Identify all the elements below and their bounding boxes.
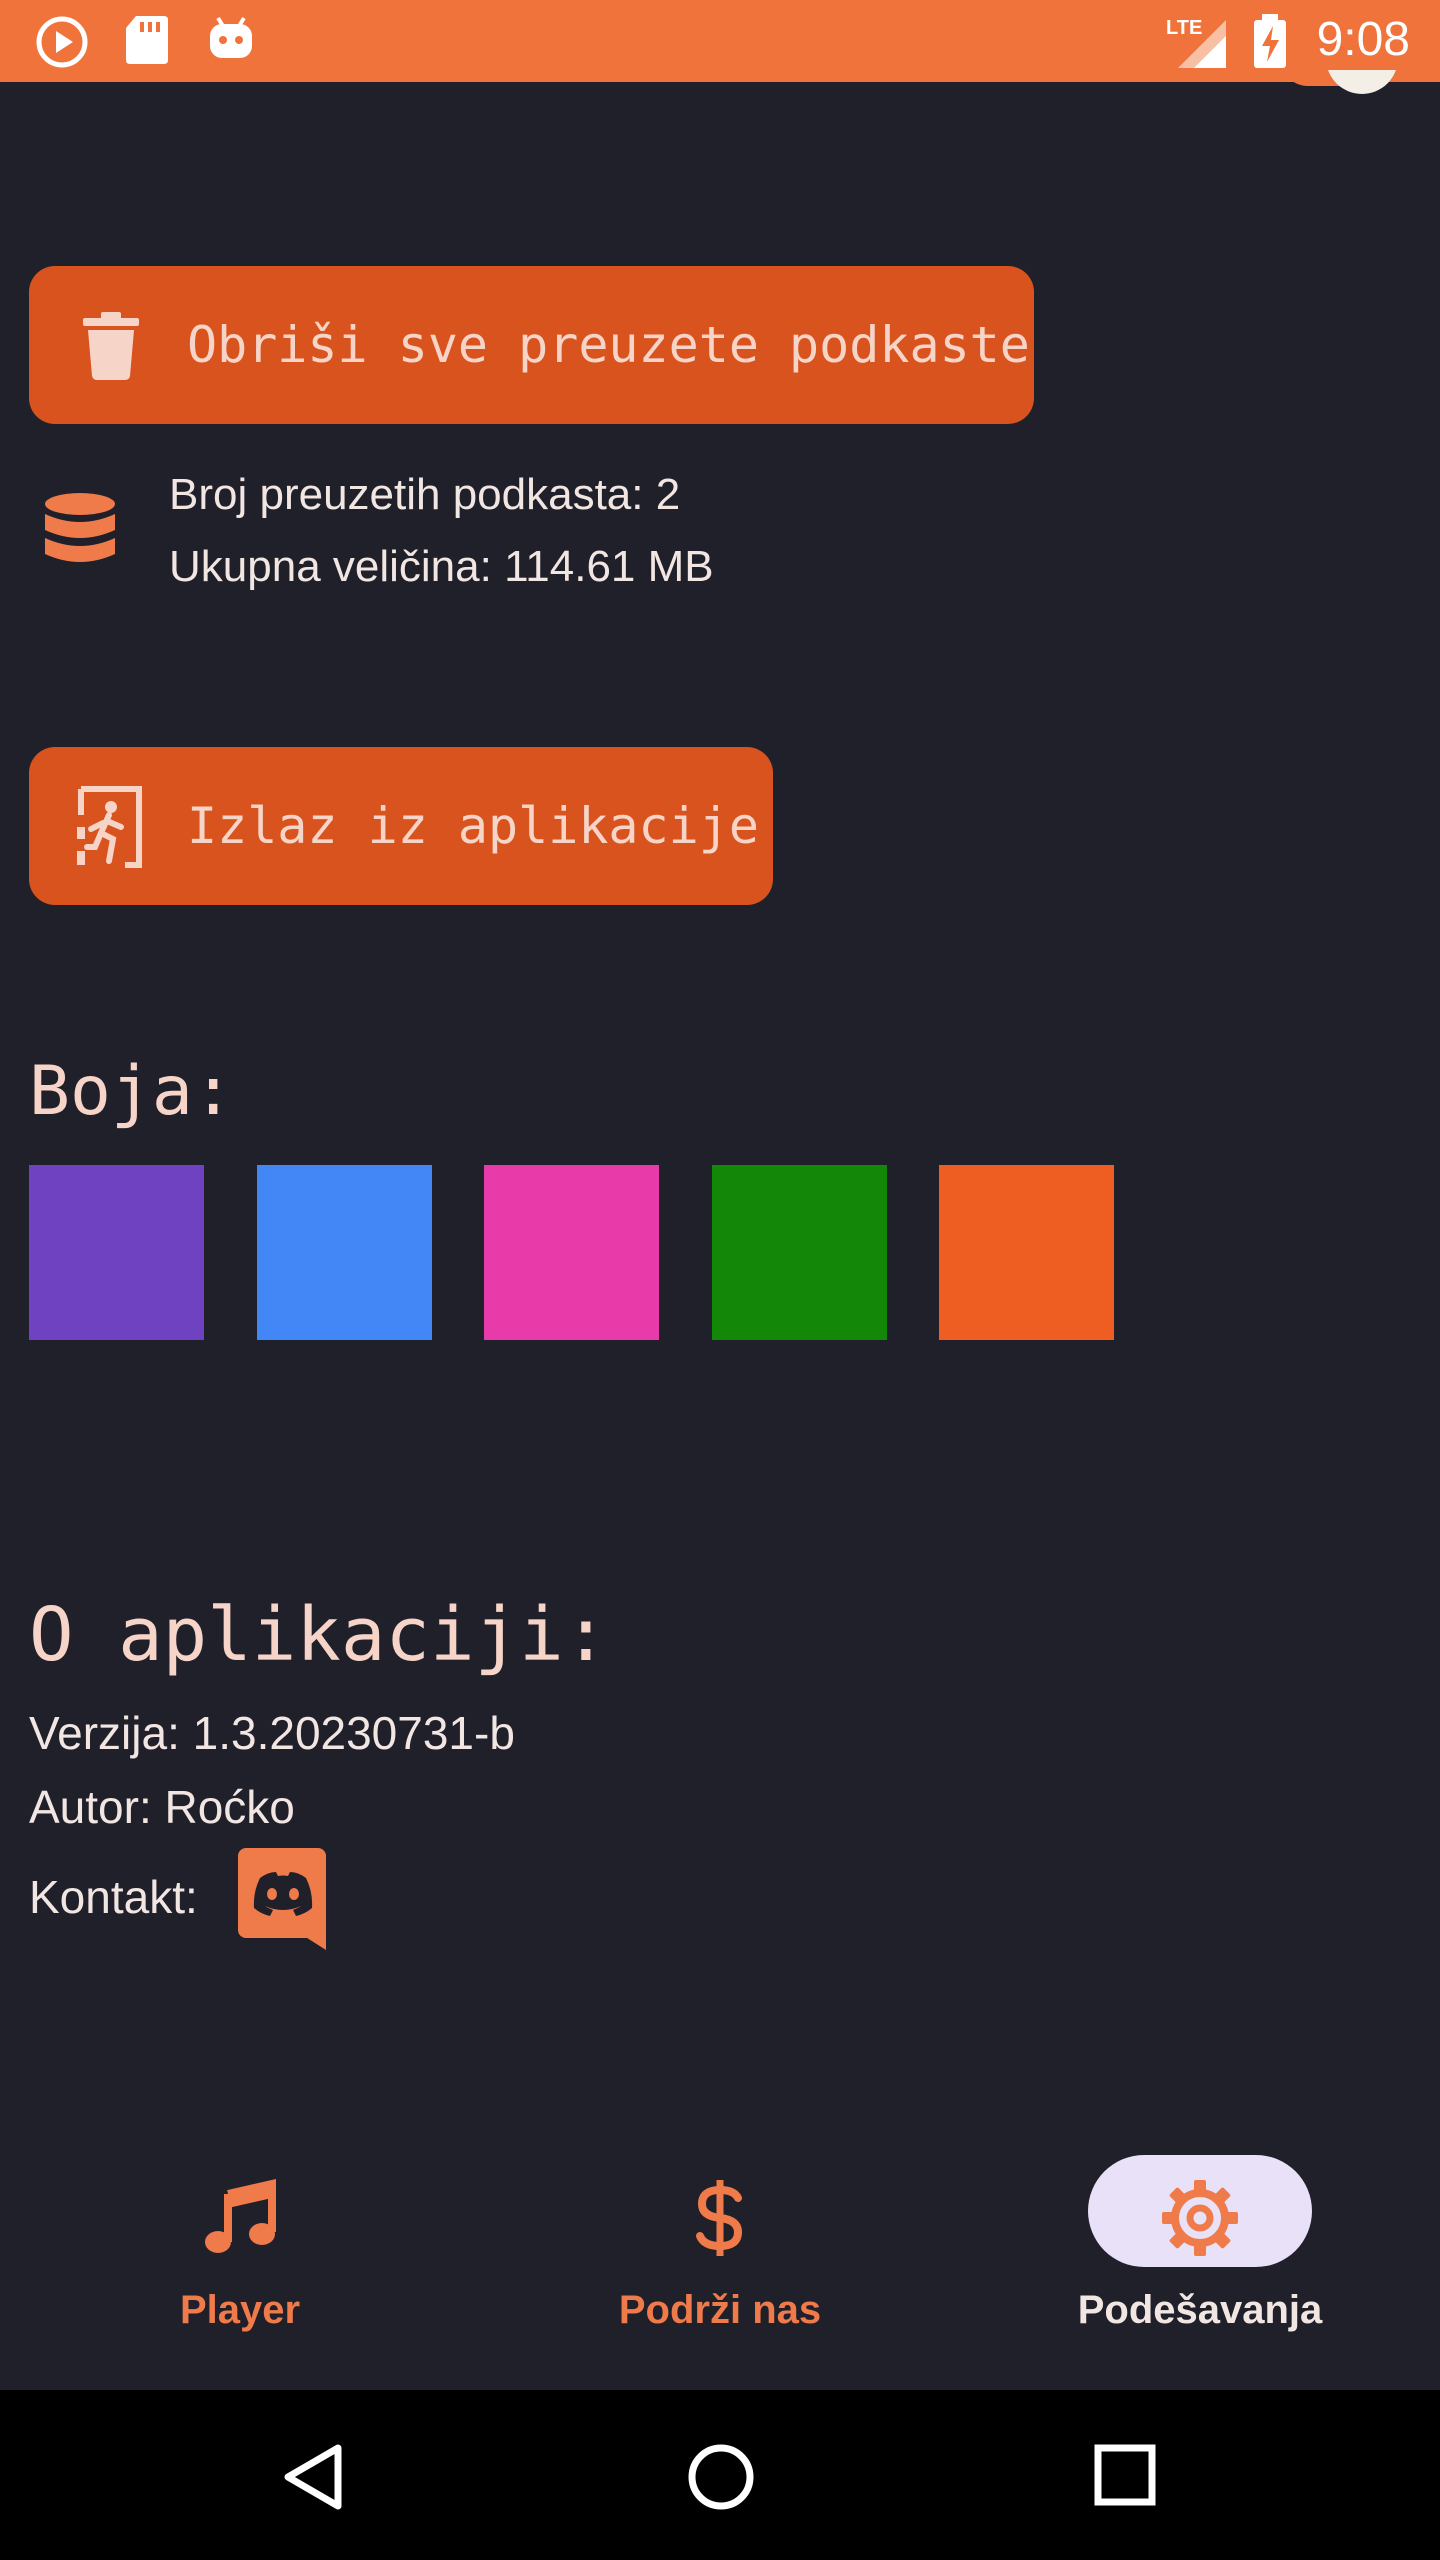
color-section-title: Boja: — [29, 1052, 234, 1131]
back-icon[interactable] — [282, 2442, 346, 2512]
dollar-icon — [696, 2180, 743, 2256]
svg-text:LTE: LTE — [1166, 17, 1202, 39]
exit-app-label: Izlaz iz aplikacije — [187, 797, 759, 855]
app-author: Autor: Roćko — [29, 1781, 295, 1833]
color-swatch-pink[interactable] — [484, 1165, 659, 1340]
play-circle-icon — [36, 16, 88, 68]
battery-charging-icon — [1254, 14, 1286, 68]
signal-icon: LTE — [1166, 17, 1226, 68]
settings-toggle[interactable] — [1280, 70, 1400, 104]
android-icon — [210, 16, 252, 58]
downloaded-count: Broj preuzetih podkasta: 2 — [169, 470, 681, 519]
home-icon[interactable] — [686, 2442, 756, 2512]
gear-icon — [1162, 2180, 1238, 2256]
nav-item-player[interactable]: Player — [80, 2110, 400, 2390]
nav-item-settings[interactable]: Podešavanja — [1040, 2110, 1360, 2390]
app-version: Verzija: 1.3.20230731-b — [29, 1707, 515, 1759]
nav-item-support[interactable]: Podrži nas — [560, 2110, 880, 2390]
color-swatch-blue[interactable] — [257, 1165, 432, 1340]
about-section-title: O aplikaciji: — [29, 1592, 609, 1678]
bottom-navigation: Player Podrži nas Podešavanja — [0, 2110, 1440, 2390]
delete-downloads-label: Obriši sve preuzete podkaste — [187, 316, 1030, 374]
nav-label-player: Player — [179, 2288, 301, 2332]
color-swatch-orange[interactable] — [939, 1165, 1114, 1340]
sd-card-icon — [126, 16, 168, 64]
recents-icon[interactable] — [1094, 2444, 1156, 2506]
exit-door-icon — [77, 786, 142, 868]
color-swatch-purple[interactable] — [29, 1165, 204, 1340]
trash-icon — [83, 312, 139, 380]
clock: 9:08 — [1316, 13, 1410, 66]
toggle-thumb — [1326, 70, 1398, 94]
status-bar: LTE 9:08 — [0, 0, 1440, 82]
database-icon — [45, 493, 115, 562]
total-size: Ukupna veličina: 114.61 MB — [169, 542, 714, 591]
exit-app-button[interactable]: Izlaz iz aplikacije — [29, 747, 773, 905]
delete-downloads-button[interactable]: Obriši sve preuzete podkaste — [29, 266, 1034, 424]
music-note-icon — [205, 2178, 276, 2253]
nav-label-support: Podrži nas — [618, 2288, 822, 2332]
contact-label: Kontakt: — [29, 1871, 198, 1923]
system-navigation-bar — [0, 2390, 1440, 2560]
nav-label-settings: Podešavanja — [1077, 2288, 1323, 2332]
storage-info: Broj preuzetih podkasta: 2 Ukupna veliči… — [29, 470, 929, 610]
discord-icon[interactable] — [238, 1848, 328, 1950]
color-swatch-green[interactable] — [712, 1165, 887, 1340]
